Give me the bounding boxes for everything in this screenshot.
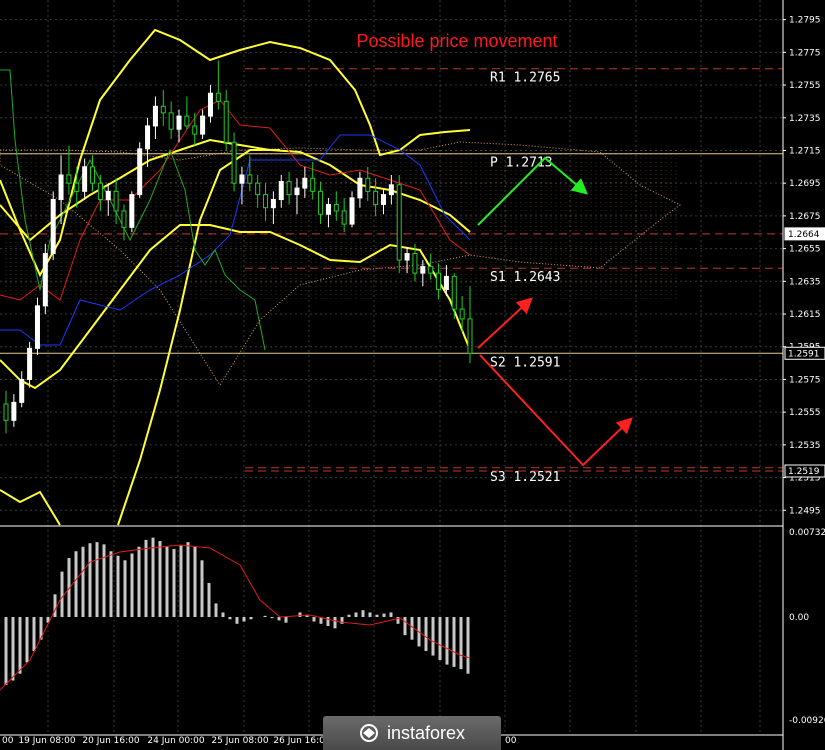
candle-body — [263, 194, 269, 209]
candle-body — [302, 177, 308, 189]
candle-body — [74, 182, 80, 192]
candle-body — [11, 401, 17, 421]
brand-badge: instaforex — [323, 716, 501, 750]
candle-body — [19, 378, 25, 403]
candle-body — [160, 105, 166, 114]
candle-body — [365, 177, 371, 192]
price-tag-label: 1.2664 — [788, 230, 820, 240]
macd-tick-label: 0.00732 — [789, 528, 825, 538]
macd-tick-label: 0.00 — [789, 613, 809, 623]
y-tick-label: 1.2575 — [789, 375, 821, 385]
y-tick-label: 1.2755 — [789, 81, 821, 91]
candle-body — [255, 182, 261, 196]
candle-body — [467, 318, 473, 354]
level-label-R1: R1 1.2765 — [490, 71, 560, 86]
candle-body — [404, 253, 410, 261]
candle-body — [200, 115, 206, 135]
candle-body — [27, 347, 33, 380]
price-tag-label: 1.2519 — [788, 467, 820, 477]
brand-name: instaforex — [386, 722, 466, 743]
y-tick-label: 1.2615 — [789, 310, 821, 320]
candle-body — [90, 166, 96, 184]
candle-body — [318, 190, 324, 215]
candle-body — [247, 174, 253, 184]
x-tick-label: 25 Jun 08:00 — [211, 736, 268, 746]
y-tick-label: 1.2795 — [789, 16, 821, 26]
y-tick-label: 1.2495 — [789, 506, 821, 516]
candle-body — [207, 92, 213, 117]
candle-body — [192, 125, 198, 135]
candle-body — [294, 187, 300, 196]
candle-body — [66, 174, 72, 184]
candle-body — [380, 194, 386, 205]
candle-body — [270, 199, 276, 209]
candle-body — [459, 308, 465, 320]
candle-body — [137, 148, 143, 196]
y-tick-label: 1.2695 — [789, 179, 821, 189]
candle-body — [443, 275, 449, 290]
x-tick-label-partial: 00 — [2, 736, 14, 746]
candle-body — [278, 181, 284, 201]
candle-body — [34, 305, 40, 349]
candle-body — [176, 115, 182, 130]
y-tick-label: 1.2775 — [789, 48, 821, 58]
candle-body — [357, 177, 363, 199]
y-tick-label: 1.2555 — [789, 408, 821, 418]
candle-body — [333, 203, 339, 212]
candle-body — [82, 166, 88, 192]
level-label-S1: S1 1.2643 — [490, 270, 560, 285]
level-label-P: P 1.2713 — [490, 156, 553, 171]
y-tick-label: 1.2735 — [789, 114, 821, 124]
candle-body — [310, 177, 316, 192]
candle-body — [223, 100, 229, 143]
candle-body — [420, 266, 426, 274]
candle-body — [105, 190, 111, 201]
candle-body — [113, 190, 119, 212]
candle-body — [121, 210, 127, 228]
x-tick-label-partial: 00 — [505, 736, 517, 746]
candle-body — [97, 182, 103, 201]
candle-body — [428, 266, 434, 274]
candle-body — [388, 184, 394, 196]
candle-body — [129, 194, 135, 228]
y-tick-label: 1.2635 — [789, 277, 821, 287]
candle-body — [239, 174, 245, 184]
y-tick-label: 1.2715 — [789, 146, 821, 156]
candle-body — [451, 275, 457, 310]
candle-body — [152, 105, 158, 127]
level-label-S3: S3 1.2521 — [490, 470, 560, 485]
candle-body — [396, 184, 402, 261]
y-tick-label: 1.2675 — [789, 212, 821, 222]
y-tick-label: 1.2655 — [789, 245, 821, 255]
chart-canvas: R1 1.2765 P 1.2713 S1 1.2643 S2 1.2591 S3 1.… — [0, 0, 825, 750]
candle-body — [168, 112, 174, 130]
candle-body — [341, 210, 347, 225]
x-tick-label: 20 Jun 16:00 — [82, 736, 139, 746]
x-tick-label: 19 Jun 08:00 — [18, 736, 75, 746]
candle-body — [145, 125, 151, 150]
candle-body — [184, 115, 190, 127]
candle-body — [50, 199, 56, 255]
candle-body — [58, 174, 64, 201]
candle-body — [325, 203, 331, 215]
candle-body — [215, 92, 221, 102]
candle-body — [3, 403, 9, 421]
candle-body — [42, 253, 48, 307]
brand-logo-icon — [359, 723, 379, 743]
candle-body — [286, 181, 292, 196]
candle-body — [349, 197, 355, 225]
x-tick-label: 24 Jun 00:00 — [147, 736, 204, 746]
macd-tick-label: -0.00926 — [789, 716, 825, 726]
candle-body — [412, 253, 418, 274]
level-label-S2: S2 1.2591 — [490, 355, 560, 370]
chart-title: Possible price movement — [356, 31, 557, 51]
candle-body — [436, 272, 442, 290]
candle-body — [231, 141, 237, 184]
price-tag-label: 1.2591 — [788, 349, 820, 359]
y-tick-label: 1.2535 — [789, 441, 821, 451]
candle-body — [373, 190, 379, 205]
